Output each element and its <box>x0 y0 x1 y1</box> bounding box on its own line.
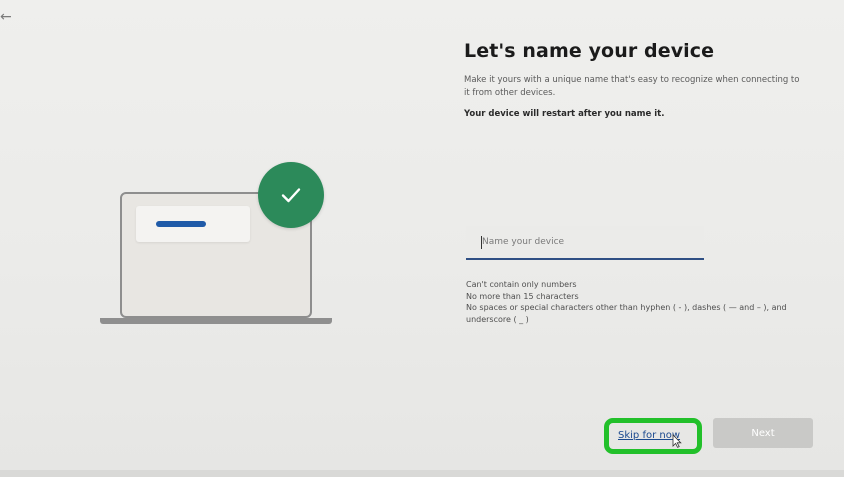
device-name-input[interactable] <box>466 226 704 258</box>
naming-rules: Can't contain only numbers No more than … <box>466 279 826 325</box>
rule-item: Can't contain only numbers <box>466 280 577 289</box>
rule-item: No more than 15 characters <box>466 291 579 301</box>
laptop-card-bar <box>156 221 206 227</box>
skip-for-now-link[interactable]: Skip for now <box>618 430 680 441</box>
laptop-base-graphic <box>100 318 332 324</box>
text-caret <box>481 236 482 249</box>
screen-bezel <box>0 470 844 477</box>
checkmark-icon <box>258 162 324 228</box>
oobe-screen: ← Let's name your device Make it yours w… <box>0 0 844 477</box>
device-illustration <box>100 162 332 330</box>
mouse-pointer-icon <box>672 434 682 448</box>
laptop-card-graphic <box>136 206 250 242</box>
device-name-field[interactable] <box>466 226 704 260</box>
restart-note: Your device will restart after you name … <box>464 109 665 119</box>
next-button[interactable]: Next <box>713 418 813 448</box>
back-arrow-icon[interactable]: ← <box>0 10 14 24</box>
name-device-panel: Let's name your device Make it yours wit… <box>464 40 828 119</box>
page-description: Make it yours with a unique name that's … <box>464 75 800 98</box>
page-title: Let's name your device <box>464 40 715 62</box>
rule-item: No spaces or special characters other th… <box>466 303 787 324</box>
